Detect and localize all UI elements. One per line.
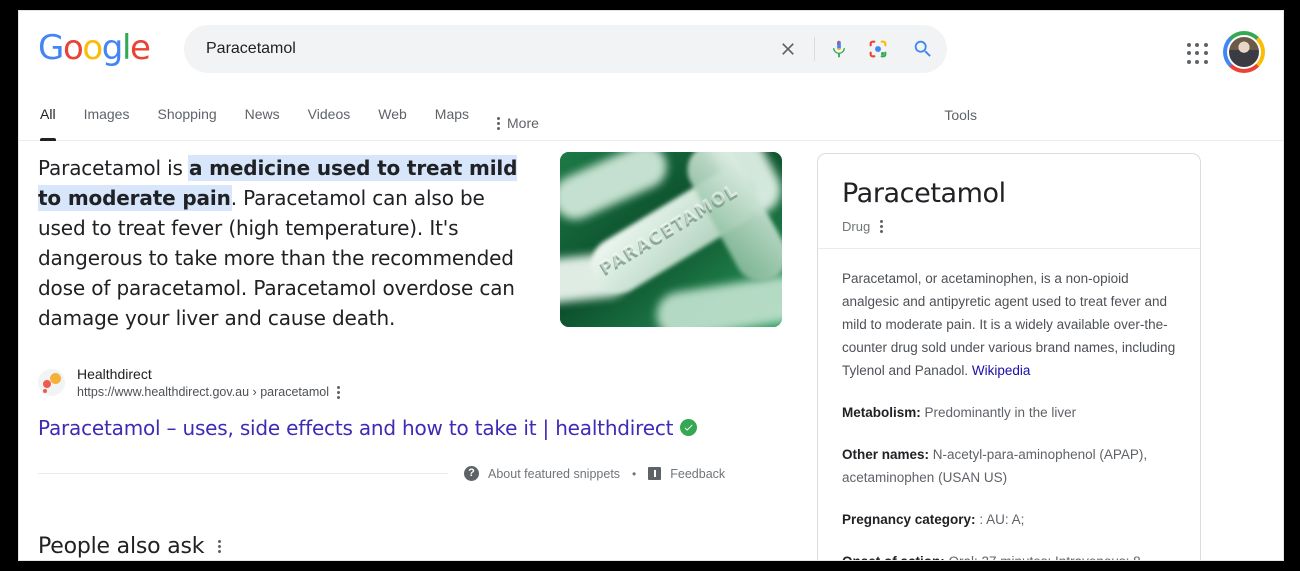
- more-options-icon: [497, 117, 500, 130]
- wikipedia-link[interactable]: Wikipedia: [972, 363, 1031, 378]
- search-input[interactable]: [184, 40, 768, 58]
- logo-letter-4: l: [122, 31, 130, 65]
- more-options-icon[interactable]: [880, 220, 883, 233]
- logo-letter-5: e: [130, 31, 150, 65]
- knowledge-panel-description: Paracetamol, or acetaminophen, is a non-…: [842, 267, 1176, 382]
- knowledge-panel-subtitle: Drug: [842, 219, 870, 234]
- search-nav: AllImagesShoppingNewsVideosWebMaps More T…: [19, 99, 1283, 141]
- knowledge-panel-subrow: Drug: [842, 219, 1176, 234]
- browser-viewport: Google: [18, 10, 1284, 561]
- knowledge-fact-row: Pregnancy category: : AU: A;: [842, 508, 1176, 531]
- nav-tabs: AllImagesShoppingNewsVideosWebMaps More: [38, 99, 553, 141]
- more-options-icon[interactable]: [337, 386, 340, 399]
- knowledge-panel: Paracetamol Drug Paracetamol, or acetami…: [817, 153, 1201, 561]
- knowledge-panel-title: Paracetamol: [842, 178, 1176, 209]
- knowledge-fact-row: Other names: N-acetyl-para-aminophenol (…: [842, 443, 1176, 489]
- avatar[interactable]: [1223, 31, 1265, 73]
- google-lens-icon[interactable]: [857, 27, 899, 71]
- divider: [38, 473, 448, 474]
- logo-letter-2: o: [82, 31, 101, 65]
- tab-news[interactable]: News: [231, 99, 294, 141]
- knowledge-fact-row: Onset of action: Oral: 37 minutes; Intra…: [842, 550, 1176, 561]
- logo-letter-3: g: [102, 31, 122, 65]
- search-divider: [814, 37, 815, 61]
- search-header: Google: [19, 11, 1283, 99]
- people-also-ask-header: People also ask: [38, 534, 798, 559]
- healthdirect-favicon: [38, 369, 65, 396]
- tab-shopping[interactable]: Shopping: [143, 99, 230, 141]
- verified-check-icon: [680, 419, 697, 436]
- source-url-row: https://www.healthdirect.gov.au › parace…: [77, 384, 340, 401]
- snippet-text: Paracetamol is a medicine used to treat …: [38, 153, 528, 333]
- paracetamol-pills-image: PARACETAMOL PARACETAMOL: [560, 152, 782, 327]
- knowledge-fact-row: Metabolism: Predominantly in the liver: [842, 401, 1176, 424]
- snippet-footer: ? About featured snippets • Feedback: [38, 464, 798, 484]
- about-label: About featured snippets: [488, 467, 620, 481]
- tab-more-label: More: [507, 115, 539, 131]
- fact-label: Metabolism:: [842, 405, 921, 420]
- fact-value: Predominantly in the liver: [921, 405, 1076, 420]
- more-options-icon[interactable]: [218, 540, 221, 553]
- google-apps-grid-icon[interactable]: [1185, 41, 1211, 67]
- tab-maps[interactable]: Maps: [421, 99, 483, 141]
- help-question-icon: ?: [464, 466, 479, 481]
- microphone-icon[interactable]: [821, 27, 857, 71]
- close-icon[interactable]: [768, 27, 808, 71]
- knowledge-panel-header: Paracetamol Drug: [818, 154, 1200, 249]
- feedback-link[interactable]: Feedback: [648, 467, 725, 481]
- google-logo[interactable]: Google: [38, 31, 150, 65]
- fact-label: Onset of action:: [842, 554, 945, 561]
- tools-button[interactable]: Tools: [938, 105, 983, 125]
- page-title: People also ask: [38, 534, 204, 559]
- search-bar[interactable]: [184, 25, 947, 73]
- avatar-image: [1227, 35, 1261, 69]
- source-name: Healthdirect: [77, 365, 340, 384]
- description-text: Paracetamol, or acetaminophen, is a non-…: [842, 271, 1175, 378]
- knowledge-panel-body: Paracetamol, or acetaminophen, is a non-…: [818, 249, 1200, 561]
- source-url: https://www.healthdirect.gov.au › parace…: [77, 384, 329, 401]
- featured-snippet: Paracetamol is a medicine used to treat …: [38, 153, 798, 484]
- separator: •: [632, 467, 636, 481]
- fact-value: : AU: A;: [976, 512, 1025, 527]
- snippet-lead: Paracetamol is: [38, 156, 189, 180]
- fact-label: Other names:: [842, 447, 929, 462]
- results-column: Paracetamol is a medicine used to treat …: [38, 153, 798, 559]
- search-icon[interactable]: [899, 27, 947, 71]
- logo-letter-1: o: [63, 31, 82, 65]
- source-meta: Healthdirect https://www.healthdirect.go…: [77, 365, 340, 401]
- fact-label: Pregnancy category:: [842, 512, 976, 527]
- feedback-flag-icon: [648, 467, 661, 480]
- tab-images[interactable]: Images: [70, 99, 144, 141]
- tab-more[interactable]: More: [483, 99, 553, 141]
- source-row[interactable]: Healthdirect https://www.healthdirect.go…: [38, 365, 798, 401]
- knowledge-panel-column: Paracetamol Drug Paracetamol, or acetami…: [817, 153, 1201, 561]
- tab-web[interactable]: Web: [364, 99, 421, 141]
- snippet-thumbnail[interactable]: PARACETAMOL PARACETAMOL: [560, 152, 782, 327]
- result-title-link[interactable]: Paracetamol – uses, side effects and how…: [38, 416, 697, 440]
- feedback-label: Feedback: [670, 467, 725, 481]
- about-featured-snippets-link[interactable]: ? About featured snippets: [464, 466, 620, 481]
- tab-all[interactable]: All: [38, 99, 70, 141]
- logo-letter-0: G: [38, 31, 63, 65]
- knowledge-panel-facts: Metabolism: Predominantly in the liver Ot…: [842, 401, 1176, 561]
- result-title-text: Paracetamol – uses, side effects and how…: [38, 416, 673, 440]
- tab-videos[interactable]: Videos: [294, 99, 365, 141]
